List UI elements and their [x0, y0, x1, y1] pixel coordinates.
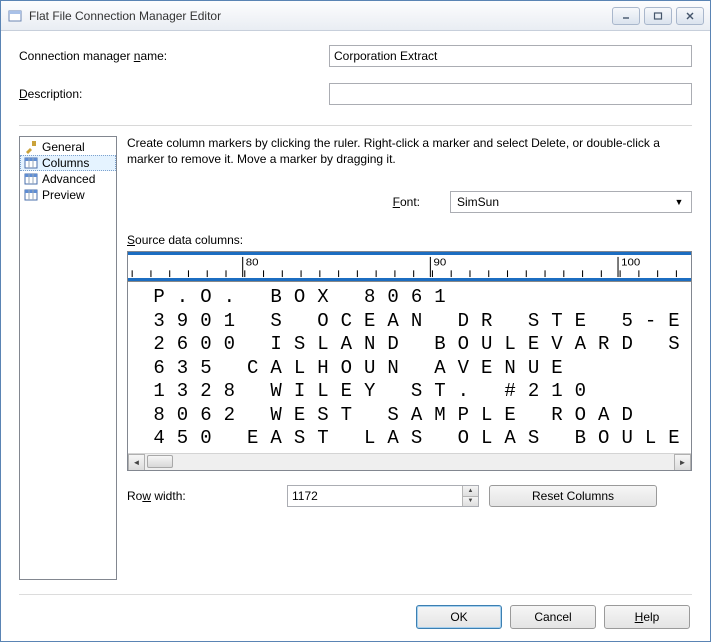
- sidebar-item-preview[interactable]: Preview: [20, 187, 116, 203]
- svg-text:80: 80: [246, 257, 259, 268]
- chevron-down-icon: ▼: [671, 192, 687, 212]
- ok-button[interactable]: OK: [416, 605, 502, 629]
- row-width-row: Row width: ▲ ▼ Reset Columns: [127, 485, 692, 507]
- conn-name-label: Connection manager name:: [19, 49, 329, 63]
- title-bar: Flat File Connection Manager Editor: [1, 1, 710, 31]
- tools-icon: [24, 140, 38, 154]
- cancel-button[interactable]: Cancel: [510, 605, 596, 629]
- sidebar-item-label: Advanced: [42, 172, 95, 186]
- dialog-window: Flat File Connection Manager Editor Conn…: [0, 0, 711, 642]
- help-button[interactable]: Help: [604, 605, 690, 629]
- svg-text:100: 100: [621, 257, 640, 268]
- middle-area: General Columns Advanced: [19, 136, 692, 580]
- instructions-text: Create column markers by clicking the ru…: [127, 136, 692, 167]
- divider-bottom: [19, 594, 692, 595]
- sidebar-item-advanced[interactable]: Advanced: [20, 171, 116, 187]
- ruler[interactable]: 80 90 100: [128, 252, 691, 282]
- source-preview: 80 90 100 P.O. BOX 8061 3901 S OCEAN DR ST…: [127, 251, 692, 471]
- dialog-content: Connection manager name: Description:: [1, 31, 710, 641]
- divider-top: [19, 125, 692, 126]
- window-controls: [612, 7, 704, 25]
- scroll-right-button[interactable]: ►: [674, 454, 691, 471]
- font-row: Font: SimSun ▼: [127, 191, 692, 213]
- grid-icon: [24, 172, 38, 186]
- source-columns-label: Source data columns:: [127, 233, 692, 247]
- spinner-buttons: ▲ ▼: [462, 486, 478, 506]
- conn-name-input[interactable]: [329, 45, 692, 67]
- font-combo[interactable]: SimSun ▼: [450, 191, 692, 213]
- sidebar-item-columns[interactable]: Columns: [20, 155, 116, 171]
- sidebar-item-general[interactable]: General: [20, 139, 116, 155]
- row-width-label: Row width:: [127, 489, 277, 503]
- grid-icon: [24, 188, 38, 202]
- font-value: SimSun: [457, 195, 499, 209]
- conn-name-row: Connection manager name:: [19, 45, 692, 67]
- sidebar-item-label: General: [42, 140, 85, 154]
- spin-down-button[interactable]: ▼: [462, 497, 478, 507]
- page-list[interactable]: General Columns Advanced: [19, 136, 117, 580]
- scroll-track[interactable]: [145, 454, 674, 470]
- minimize-button[interactable]: [612, 7, 640, 25]
- reset-columns-button[interactable]: Reset Columns: [489, 485, 657, 507]
- sidebar-item-label: Columns: [42, 156, 89, 170]
- horizontal-scrollbar[interactable]: ◄ ►: [128, 453, 691, 470]
- close-button[interactable]: [676, 7, 704, 25]
- sidebar-item-label: Preview: [42, 188, 85, 202]
- maximize-button[interactable]: [644, 7, 672, 25]
- app-icon: [7, 8, 23, 24]
- dialog-buttons: OK Cancel Help: [19, 605, 692, 629]
- svg-text:90: 90: [433, 257, 446, 268]
- row-width-spinner[interactable]: ▲ ▼: [287, 485, 479, 507]
- columns-panel: Create column markers by clicking the ru…: [127, 136, 692, 580]
- row-width-input[interactable]: [287, 485, 479, 507]
- grid-icon: [24, 156, 38, 170]
- scroll-thumb[interactable]: [147, 455, 173, 468]
- font-label: Font:: [393, 195, 420, 209]
- top-form: Connection manager name: Description:: [19, 45, 692, 121]
- description-label: Description:: [19, 87, 329, 101]
- window-title: Flat File Connection Manager Editor: [29, 9, 612, 23]
- data-rows: P.O. BOX 8061 3901 S OCEAN DR STE 5-E 26…: [128, 282, 691, 453]
- description-input[interactable]: [329, 83, 692, 105]
- description-row: Description:: [19, 83, 692, 105]
- spin-up-button[interactable]: ▲: [462, 486, 478, 497]
- scroll-left-button[interactable]: ◄: [128, 454, 145, 471]
